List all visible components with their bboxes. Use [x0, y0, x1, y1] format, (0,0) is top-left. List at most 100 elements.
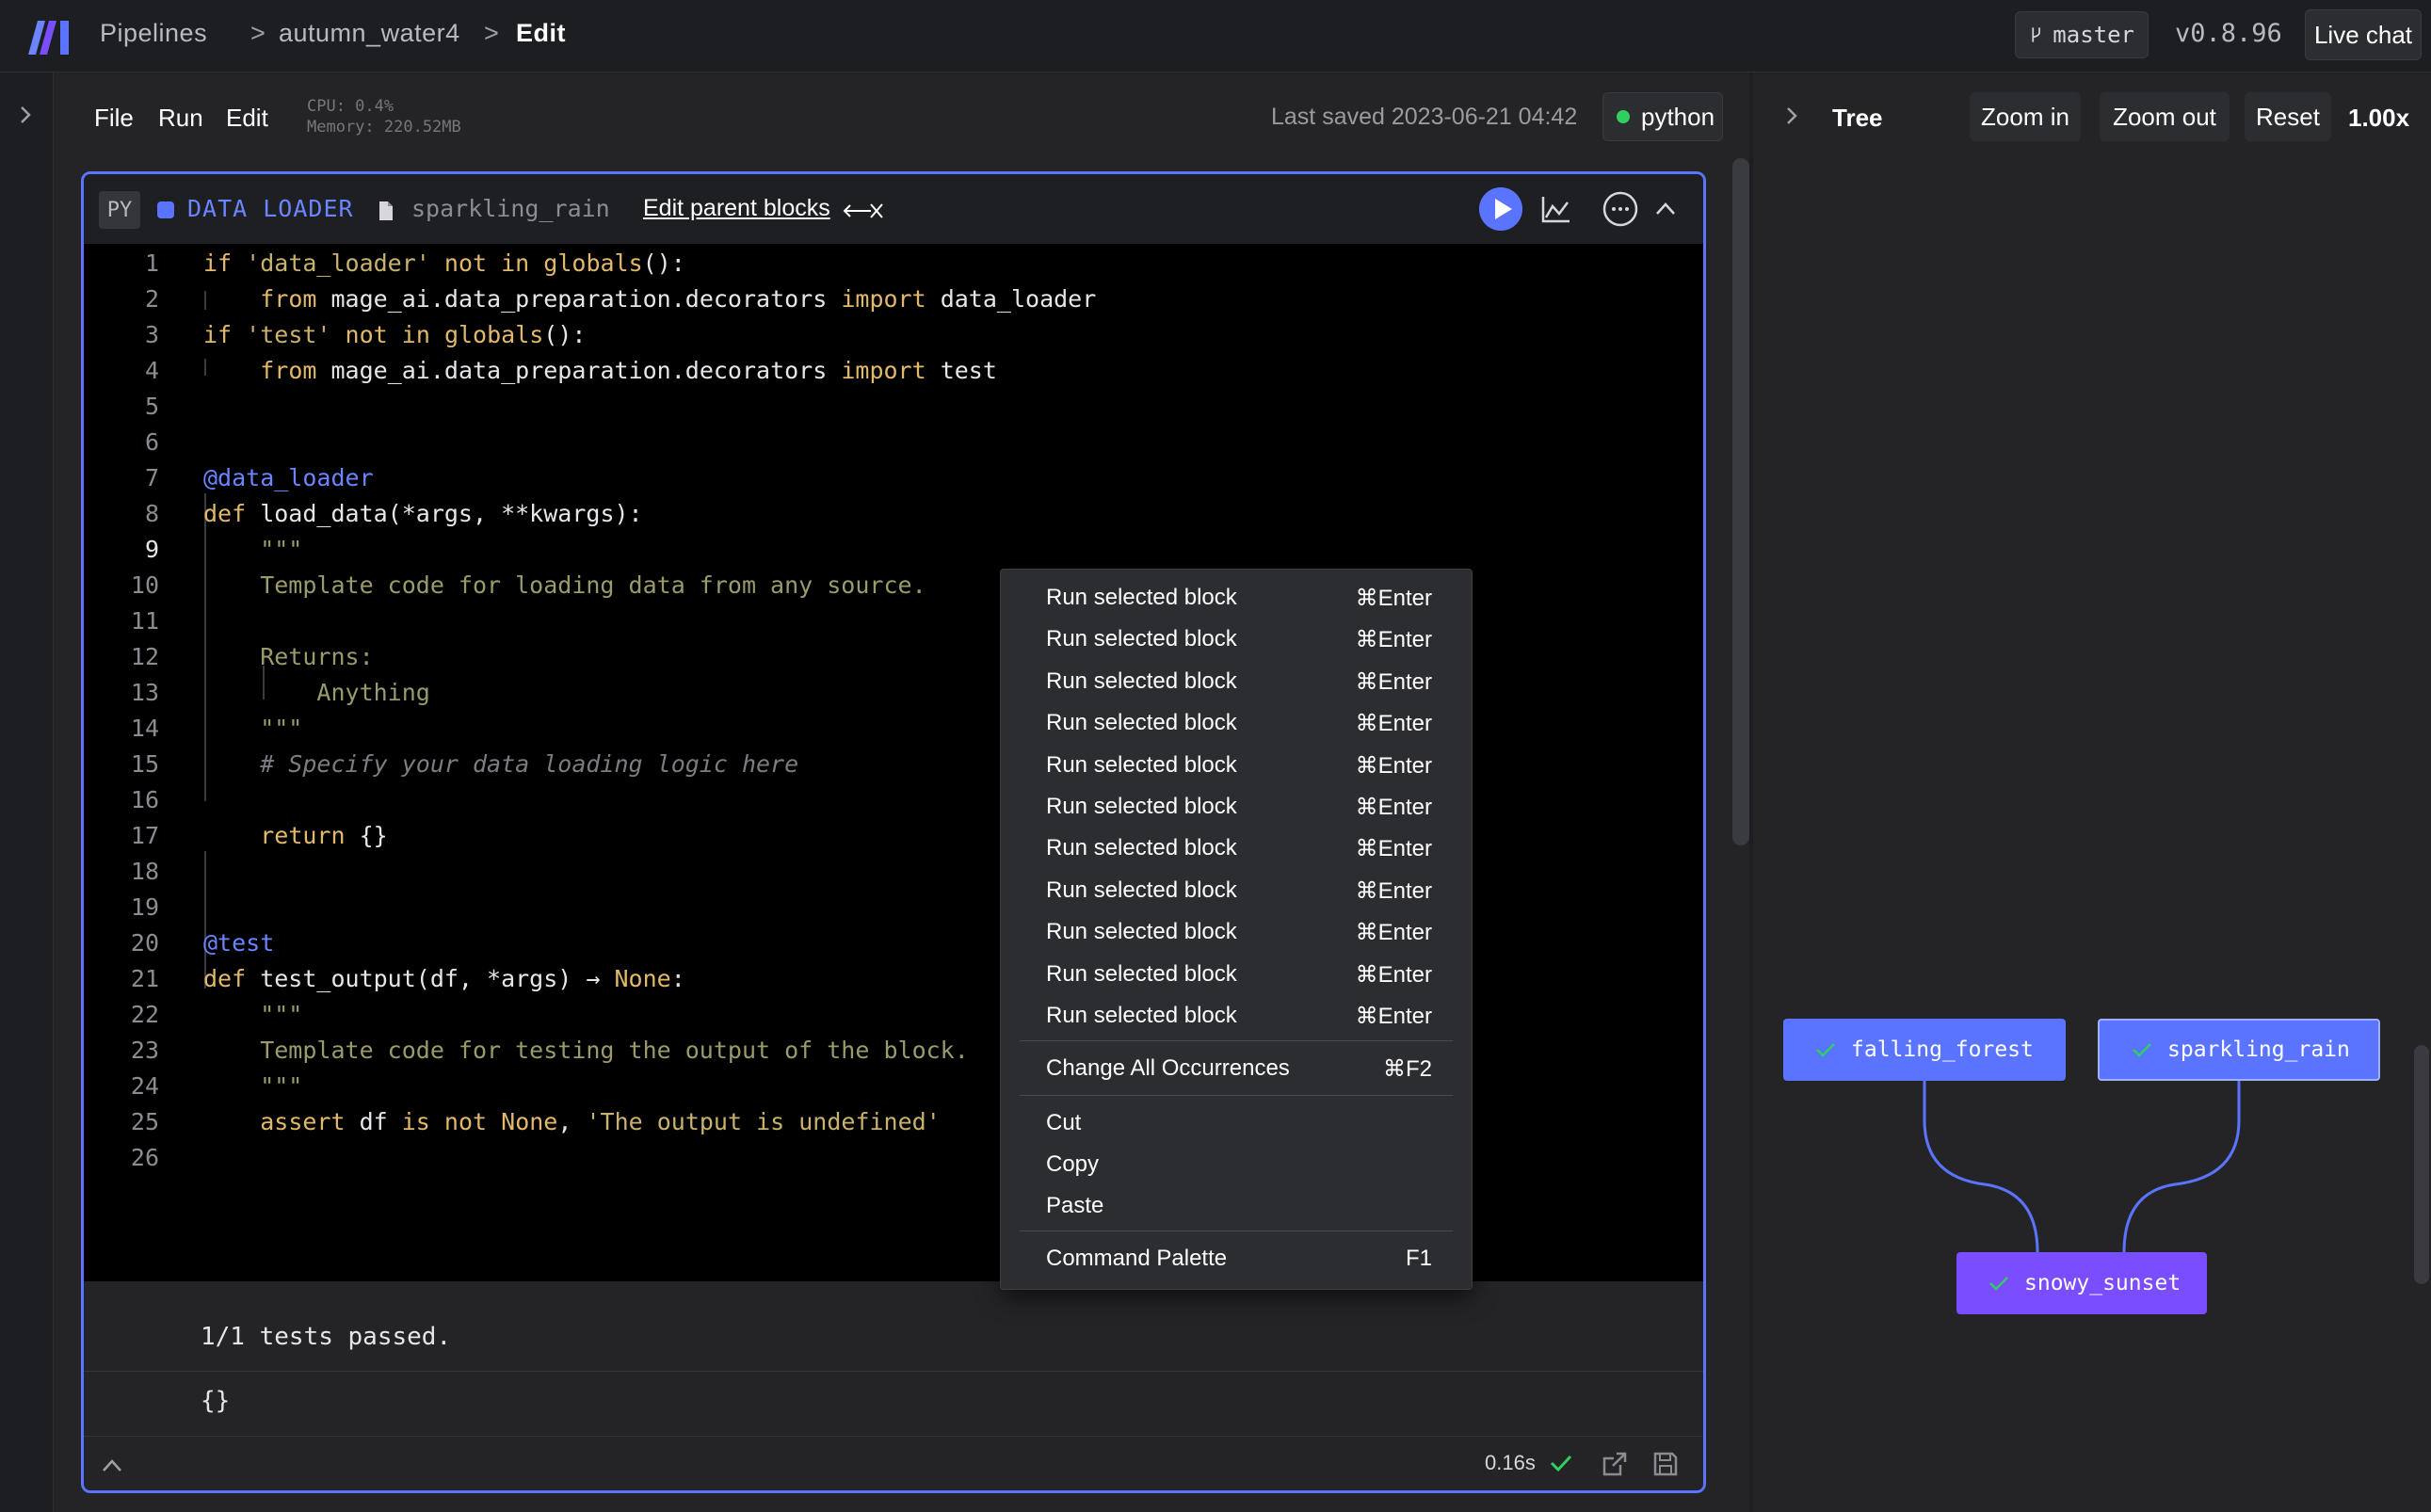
edit-parent-blocks-link[interactable]: Edit parent blocks [643, 195, 830, 222]
run-block-play-icon[interactable] [1479, 187, 1522, 231]
success-check-icon [1550, 1455, 1572, 1472]
reset-zoom-button[interactable]: Reset [2245, 92, 2331, 141]
code-line[interactable]: return {} [203, 822, 387, 849]
line-number: 13 [130, 679, 159, 706]
line-number: 9 [144, 536, 159, 563]
breadcrumb-separator: > [250, 19, 266, 47]
menu-run[interactable]: Run [158, 104, 203, 133]
top-header: Pipelines > autumn_water4 > Edit master … [0, 0, 2431, 72]
mage-logo-icon[interactable] [26, 17, 73, 56]
menu-item-shortcut: ⌘Enter [1355, 795, 1432, 820]
zoom-in-button[interactable]: Zoom in [1970, 92, 2081, 141]
code-line[interactable]: Template code for loading data from any … [203, 571, 926, 599]
code-line[interactable]: # Specify your data loading logic here [203, 750, 798, 778]
line-number: 8 [144, 500, 159, 527]
line-number: 7 [144, 464, 159, 491]
node-name: sparkling_rain [2167, 1037, 2350, 1062]
collapse-output-chevron-icon[interactable] [101, 1456, 123, 1475]
more-options-icon[interactable] [1602, 190, 1639, 228]
menu-item-change-all-occurrences[interactable]: Change All Occurrences ⌘F2 [1046, 1055, 1432, 1083]
menu-item-run-selected-block[interactable]: Run selected block ⌘Enter [1046, 668, 1432, 696]
menu-separator [1020, 1040, 1453, 1041]
block-name[interactable]: sparkling_rain [411, 195, 610, 222]
tree-node-falling-forest[interactable]: falling_forest [1783, 1019, 2066, 1081]
memory-usage: Memory: 220.52MB [307, 118, 461, 137]
menu-item-shortcut: ⌘Enter [1355, 752, 1432, 779]
menu-file[interactable]: File [94, 104, 134, 133]
menu-item-run-selected-block[interactable]: Run selected block ⌘Enter [1046, 585, 1432, 612]
menu-item-run-selected-block[interactable]: Run selected block ⌘Enter [1046, 877, 1432, 905]
menu-item-shortcut: ⌘Enter [1355, 586, 1432, 611]
expand-sidebar-chevron-icon[interactable] [15, 105, 36, 125]
menu-item-cut[interactable]: Cut [1046, 1110, 1432, 1136]
line-number: 2 [144, 285, 159, 313]
code-line[interactable]: from mage_ai.data_preparation.decorators… [203, 357, 997, 384]
output-value-text: {} [201, 1387, 231, 1415]
file-icon [379, 201, 393, 220]
left-sidebar [0, 72, 54, 1512]
menu-item-label: Copy [1046, 1151, 1100, 1177]
menu-item-run-selected-block[interactable]: Run selected block ⌘Enter [1046, 752, 1432, 780]
code-line[interactable]: def test_output(df, *args) → None: [203, 965, 685, 992]
menu-edit[interactable]: Edit [226, 104, 268, 133]
menu-item-shortcut: ⌘Enter [1355, 836, 1432, 862]
code-line[interactable]: """ [203, 715, 302, 742]
collapse-tree-chevron-icon[interactable] [1781, 105, 1802, 126]
menu-item-run-selected-block[interactable]: Run selected block ⌘Enter [1046, 919, 1432, 946]
code-line[interactable]: Anything [203, 679, 429, 706]
code-line[interactable]: """ [203, 1072, 302, 1100]
tree-node-sparkling-rain[interactable]: sparkling_rain [2098, 1019, 2380, 1081]
code-line[interactable]: @data_loader [203, 464, 374, 491]
block-type-color-icon [157, 201, 174, 218]
output-divider [84, 1371, 1703, 1372]
menu-item-run-selected-block[interactable]: Run selected block ⌘Enter [1046, 835, 1432, 862]
line-number: 14 [130, 715, 159, 742]
language-badge: PY [99, 191, 140, 229]
zoom-out-button[interactable]: Zoom out [2100, 92, 2230, 141]
kernel-status-button[interactable]: python [1602, 92, 1723, 141]
line-number: 15 [130, 750, 159, 778]
git-branch-button[interactable]: master [2015, 11, 2149, 58]
live-chat-button[interactable]: Live chat [2305, 9, 2422, 60]
menu-item-run-selected-block[interactable]: Run selected block ⌘Enter [1046, 1003, 1432, 1030]
node-check-icon [2133, 1043, 2151, 1057]
line-number: 12 [130, 643, 159, 670]
menu-item-shortcut: ⌘Enter [1355, 627, 1432, 653]
code-line[interactable]: from mage_ai.data_preparation.decorators… [203, 285, 1096, 313]
menu-item-shortcut: F1 [1405, 1246, 1432, 1271]
breadcrumb-pipeline-name[interactable]: autumn_water4 [279, 19, 460, 48]
code-line[interactable]: @test [203, 929, 274, 957]
code-line[interactable]: if 'test' not in globals(): [203, 321, 586, 348]
code-line[interactable]: """ [203, 536, 302, 563]
menu-item-shortcut: ⌘Enter [1355, 668, 1432, 695]
menu-item-copy[interactable]: Copy [1046, 1151, 1432, 1178]
code-line[interactable]: assert df is not None, 'The output is un… [203, 1108, 941, 1135]
tree-node-snowy-sunset[interactable]: snowy_sunset [1956, 1252, 2207, 1314]
save-output-icon[interactable] [1652, 1451, 1679, 1477]
menu-item-command-palette[interactable]: Command Palette F1 [1046, 1246, 1432, 1272]
menu-item-paste[interactable]: Paste [1046, 1193, 1432, 1219]
tree-scrollbar[interactable] [2414, 1045, 2429, 1284]
collapse-chevron-up-icon[interactable] [1654, 199, 1677, 219]
menu-item-run-selected-block[interactable]: Run selected block ⌘Enter [1046, 626, 1432, 653]
code-line[interactable]: Returns: [203, 643, 373, 670]
breadcrumb-pipelines[interactable]: Pipelines [100, 19, 207, 48]
line-number: 5 [144, 393, 159, 420]
menu-item-run-selected-block[interactable]: Run selected block ⌘Enter [1046, 710, 1432, 737]
code-line[interactable]: if 'data_loader' not in globals(): [203, 249, 685, 277]
menu-item-label: Run selected block [1046, 919, 1237, 945]
code-line[interactable]: Template code for testing the output of … [203, 1037, 969, 1064]
menu-item-label: Change All Occurrences [1046, 1055, 1290, 1081]
open-external-icon[interactable] [1602, 1451, 1628, 1477]
code-line[interactable]: def load_data(*args, **kwargs): [203, 500, 643, 527]
menu-item-shortcut: ⌘Enter [1355, 711, 1432, 737]
editor-scrollbar[interactable] [1732, 158, 1749, 845]
code-line[interactable]: """ [203, 1001, 302, 1028]
menu-item-run-selected-block[interactable]: Run selected block ⌘Enter [1046, 794, 1432, 821]
line-number: 22 [130, 1001, 159, 1028]
block-output: 1/1 tests passed. {} 0.16s [84, 1281, 1703, 1490]
test-result-text: 1/1 tests passed. [201, 1323, 452, 1351]
node-check-icon [1989, 1277, 2008, 1291]
chart-icon[interactable] [1541, 195, 1571, 223]
menu-item-run-selected-block[interactable]: Run selected block ⌘Enter [1046, 961, 1432, 989]
